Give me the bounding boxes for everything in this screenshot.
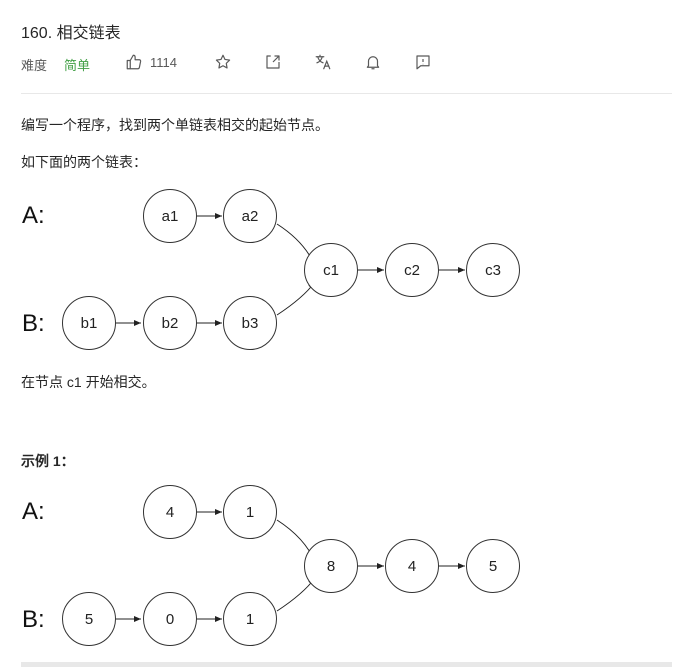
translate-icon[interactable] (314, 53, 334, 73)
thumbs-up-icon[interactable] (125, 53, 145, 73)
difficulty-label: 难度 (21, 58, 48, 73)
node-label: 5 (85, 611, 93, 628)
star-icon[interactable] (214, 53, 234, 73)
node-label: c2 (404, 262, 420, 279)
node-label: 1 (246, 504, 254, 521)
bottom-divider (21, 662, 672, 667)
example-title: 示例 1： (21, 453, 75, 469)
list-b-label: B: (22, 606, 45, 633)
node-label: 4 (408, 558, 416, 575)
node-label: c1 (323, 262, 339, 279)
node-label: b2 (162, 315, 179, 332)
node-label: a1 (162, 208, 179, 225)
list-a-label: A: (22, 498, 45, 525)
node-label: 8 (327, 558, 335, 575)
diagram-lead-text: 如下面的两个链表： (21, 154, 147, 170)
node-label: b1 (81, 315, 98, 332)
linked-list-diagram-2: A: B: 4 1 5 0 1 8 4 5 (22, 485, 520, 646)
bell-icon[interactable] (364, 53, 384, 73)
node-label: 5 (489, 558, 497, 575)
problem-meta-bar: 难度 简单 1114 (21, 53, 661, 75)
linked-list-diagram-1: A: B: a1 a2 b1 b2 b3 c1 c2 c3 (22, 189, 520, 350)
node-label: 4 (166, 504, 174, 521)
problem-intro: 编写一个程序，找到两个单链表相交的起始节点。 (21, 117, 329, 133)
share-icon[interactable] (264, 53, 284, 73)
list-b-label: B: (22, 310, 45, 337)
node-label: b3 (242, 315, 259, 332)
problem-title: 160. 相交链表 (21, 25, 121, 42)
intersection-note: 在节点 c1 开始相交。 (21, 374, 156, 390)
header-divider (21, 93, 672, 94)
feedback-icon[interactable] (414, 53, 434, 73)
node-label: 0 (166, 611, 174, 628)
list-a-label: A: (22, 202, 45, 229)
node-label: a2 (242, 208, 259, 225)
likes-count: 1114 (150, 55, 177, 70)
node-label: c3 (485, 262, 501, 279)
node-label: 1 (246, 611, 254, 628)
difficulty-badge: 简单 (64, 58, 91, 73)
